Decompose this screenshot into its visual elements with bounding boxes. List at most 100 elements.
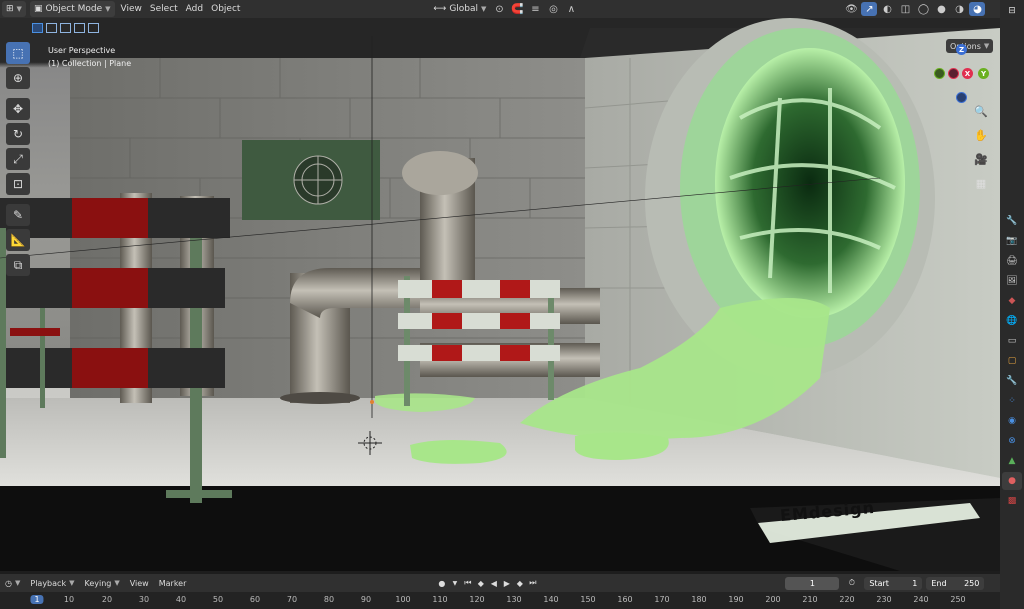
gizmo-neg-x-axis[interactable] <box>948 68 959 79</box>
end-frame-field[interactable]: End 250 <box>926 576 985 590</box>
3d-viewport[interactable]: User Perspective (1) Collection | Plane … <box>0 18 1000 571</box>
select-new-icon[interactable] <box>32 23 43 33</box>
visibility-icon[interactable]: 👁 <box>843 2 859 16</box>
annotate-icon[interactable]: ✎ <box>6 204 30 226</box>
gizmo-neg-y-axis[interactable] <box>934 68 945 79</box>
collection-icon[interactable]: ▭ <box>1002 332 1022 350</box>
select-invert-icon[interactable] <box>74 23 85 33</box>
material-icon[interactable]: ● <box>1002 472 1022 490</box>
world-icon[interactable]: 🌐 <box>1002 312 1022 330</box>
output-icon[interactable]: 🖨 <box>1002 252 1022 270</box>
gizmo-z-axis[interactable]: Z <box>956 44 967 55</box>
proportional-edit-icon[interactable]: ◎ <box>545 2 561 16</box>
frame-tick: 210 <box>802 595 818 604</box>
frame-tick: 100 <box>395 595 411 604</box>
measure-icon[interactable]: 📐 <box>6 229 30 251</box>
frame-tick: 250 <box>950 595 966 604</box>
prev-keyframe-icon[interactable]: ◆ <box>474 577 487 590</box>
data-icon[interactable]: ▲ <box>1002 452 1022 470</box>
chevron-down-icon: ▼ <box>481 5 487 13</box>
perspective-label: User Perspective <box>48 46 116 55</box>
pivot-point-icon[interactable]: ⊙ <box>491 2 507 16</box>
navigation-gizmo[interactable]: Z X Y <box>932 42 992 103</box>
select-box-icon[interactable]: ⬚ <box>6 42 30 64</box>
keying-menu[interactable]: Keying ▼ <box>79 579 124 588</box>
orientation-label: Global <box>449 4 479 14</box>
physics-icon[interactable]: ◉ <box>1002 412 1022 430</box>
menu-add[interactable]: Add <box>182 1 207 17</box>
frame-tick: 220 <box>839 595 855 604</box>
snap-icon[interactable]: 🧲 <box>509 2 525 16</box>
timeline-editor-type[interactable]: ◷ ▼ <box>0 579 25 588</box>
frame-tick: 190 <box>728 595 744 604</box>
playback-menu[interactable]: Playback ▼ <box>25 579 79 588</box>
select-subtract-icon[interactable] <box>60 23 71 33</box>
timeline-view-menu[interactable]: View <box>125 579 154 588</box>
xray-icon[interactable]: ◫ <box>897 2 913 16</box>
frame-tick: 120 <box>469 595 485 604</box>
view-layer-icon[interactable]: 🖼 <box>1002 272 1022 290</box>
tool-shelf: ⬚ ⊕ ✥ ↻ ⤢ ⊡ ✎ 📐 ⧉ <box>6 42 32 279</box>
frame-tick: 40 <box>175 595 187 604</box>
particles-icon[interactable]: ⁘ <box>1002 392 1022 410</box>
tool-settings-icon[interactable]: 🔧 <box>1002 212 1022 230</box>
next-keyframe-icon[interactable]: ◆ <box>513 577 526 590</box>
start-frame-field[interactable]: Start 1 <box>864 576 923 590</box>
zoom-icon[interactable]: 🔍 <box>972 102 990 120</box>
grid-perspective-icon[interactable]: ▦ <box>972 174 990 192</box>
frame-tick: 30 <box>138 595 150 604</box>
jump-end-icon[interactable]: ⏭ <box>526 577 539 590</box>
pan-hand-icon[interactable]: ✋ <box>972 126 990 144</box>
marker-menu[interactable]: Marker <box>154 579 192 588</box>
select-intersect-icon[interactable] <box>88 23 99 33</box>
gizmo-x-axis[interactable]: X <box>962 68 973 79</box>
current-frame-marker[interactable]: 1 <box>30 595 44 604</box>
cursor-icon[interactable]: ⊕ <box>6 67 30 89</box>
add-cube-icon[interactable]: ⧉ <box>6 254 30 276</box>
play-reverse-icon[interactable]: ◀ <box>487 577 500 590</box>
editor-switch-icon[interactable]: ⊟ <box>1002 2 1022 20</box>
rotate-icon[interactable]: ↻ <box>6 123 30 145</box>
current-frame-field[interactable]: 1 <box>785 576 840 590</box>
transform-orientation-dropdown[interactable]: ⟷ Global ▼ <box>429 1 490 17</box>
frame-tick: 230 <box>876 595 892 604</box>
gizmo-y-axis[interactable]: Y <box>978 68 989 79</box>
end-label: End <box>931 578 947 588</box>
menu-select[interactable]: Select <box>146 1 182 17</box>
texture-icon[interactable]: ▩ <box>1002 492 1022 510</box>
overlay-icon[interactable]: ◐ <box>879 2 895 16</box>
camera-icon[interactable]: 🎥 <box>972 150 990 168</box>
mode-dropdown[interactable]: ▣ Object Mode ▼ <box>29 1 115 17</box>
shading-solid-icon[interactable]: ● <box>933 2 949 16</box>
falloff-icon[interactable]: ∧ <box>563 2 579 16</box>
menu-object[interactable]: Object <box>207 1 244 17</box>
play-icon[interactable]: ▶ <box>500 577 513 590</box>
frame-tick: 170 <box>654 595 670 604</box>
constraints-icon[interactable]: ⊗ <box>1002 432 1022 450</box>
gizmo-toggle-icon[interactable]: ↗ <box>861 2 878 16</box>
chevron-down-icon[interactable]: ▼ <box>448 577 461 590</box>
frame-tick: 80 <box>323 595 335 604</box>
jump-start-icon[interactable]: ⏮ <box>461 577 474 590</box>
stopwatch-icon[interactable]: ⏱ <box>845 577 858 590</box>
shading-wireframe-icon[interactable]: ◯ <box>915 2 931 16</box>
move-icon[interactable]: ✥ <box>6 98 30 120</box>
transform-icon[interactable]: ⊡ <box>6 173 30 195</box>
select-extend-icon[interactable] <box>46 23 57 33</box>
start-value: 1 <box>912 578 918 588</box>
frame-ruler[interactable]: 1 10 20 30 40 50 60 70 80 90 100 110 120… <box>0 592 1000 609</box>
gizmo-neg-z-axis[interactable] <box>956 92 967 103</box>
keying-label: Keying <box>84 578 112 588</box>
render-icon[interactable]: 📷 <box>1002 232 1022 250</box>
snap-target-icon[interactable]: ≡ <box>527 2 543 16</box>
menu-view[interactable]: View <box>117 1 146 17</box>
end-value: 250 <box>964 578 980 588</box>
object-icon[interactable]: ▢ <box>1002 352 1022 370</box>
record-icon[interactable]: ● <box>435 577 448 590</box>
shading-rendered-icon[interactable]: ◕ <box>969 2 986 16</box>
modifier-icon[interactable]: 🔧 <box>1002 372 1022 390</box>
editor-type-button[interactable]: ⊞ ▼ <box>2 1 26 17</box>
shading-material-icon[interactable]: ◑ <box>951 2 967 16</box>
scene-icon[interactable]: ◆ <box>1002 292 1022 310</box>
scale-icon[interactable]: ⤢ <box>6 148 30 170</box>
